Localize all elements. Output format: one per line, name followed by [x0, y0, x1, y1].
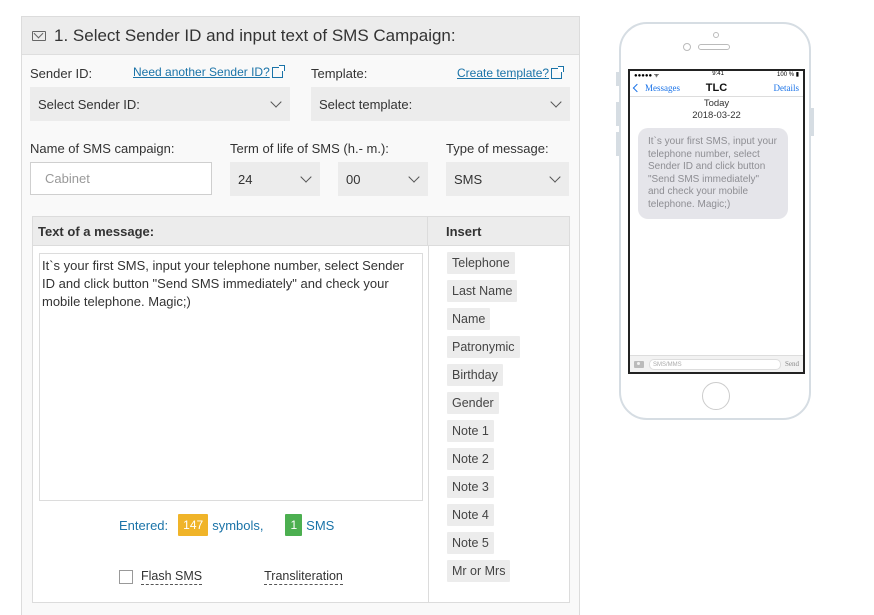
sender-id-select[interactable]: Select Sender ID: — [30, 87, 290, 121]
message-bubble: It`s your first SMS, input your telephon… — [638, 128, 788, 219]
envelope-icon — [32, 30, 46, 41]
insert-tag[interactable]: Mr or Mrs — [447, 560, 511, 582]
details-link: Details — [773, 83, 800, 93]
battery-indicator: 100 % ▮ — [777, 72, 799, 78]
sms-count-badge: 1 — [285, 514, 303, 536]
phone-screen: ●●●●● ᯤ 9:41 100 % ▮ Messages TLC Detail… — [628, 69, 805, 374]
flash-sms-checkbox[interactable] — [119, 570, 133, 584]
need-sender-id-link[interactable]: Need another Sender ID? — [133, 64, 285, 79]
sms-label: SMS — [306, 517, 335, 533]
compose-field: SMS/MMS — [649, 358, 781, 370]
insert-tag[interactable]: Telephone — [447, 252, 515, 274]
term-hours-select[interactable]: 24 — [230, 162, 320, 196]
status-time: 9:41 — [712, 71, 724, 77]
character-counter: Entered: 147 symbols, 1 SMS — [119, 514, 334, 536]
insert-tag[interactable]: Note 1 — [447, 420, 494, 442]
campaign-name-label: Name of SMS campaign: — [30, 141, 175, 156]
message-header: Text of a message: — [33, 217, 428, 246]
messages-navbar: Messages TLC Details — [630, 80, 803, 97]
column-divider — [428, 246, 429, 602]
term-hours-value: 24 — [238, 171, 253, 187]
message-type-select[interactable]: SMS — [446, 162, 569, 196]
status-bar: ●●●●● ᯤ 9:41 100 % ▮ — [630, 71, 803, 80]
message-date: 2018-03-22 — [692, 110, 741, 121]
entered-label: Entered: — [119, 517, 169, 533]
campaign-name-placeholder: Cabinet — [45, 171, 90, 186]
insert-tag[interactable]: Gender — [447, 392, 499, 414]
flash-sms-label[interactable]: Flash SMS — [141, 569, 203, 585]
compose-bar: SMS/MMS Send — [630, 355, 803, 372]
term-minutes-value: 00 — [346, 171, 361, 187]
phone-preview: ●●●●● ᯤ 9:41 100 % ▮ Messages TLC Detail… — [616, 22, 814, 420]
term-minutes-select[interactable]: 00 — [338, 162, 428, 196]
volume-down-button — [616, 132, 619, 156]
mute-switch — [616, 72, 619, 86]
power-button — [811, 108, 814, 136]
insert-tag[interactable]: Last Name — [447, 280, 518, 302]
signal-indicator: ●●●●● ᯤ — [634, 73, 660, 79]
create-template-link[interactable]: Create template? — [457, 65, 565, 80]
insert-tag[interactable]: Patronymic — [447, 336, 520, 358]
chevron-down-icon — [408, 171, 420, 183]
front-camera-icon — [683, 43, 691, 51]
template-select-value: Select template: — [319, 96, 413, 112]
create-template-link-text: Create template? — [457, 66, 550, 80]
speaker-grille — [698, 44, 730, 50]
insert-tag[interactable]: Name — [447, 308, 491, 330]
home-button — [702, 382, 730, 410]
insert-tag[interactable]: Note 3 — [447, 476, 494, 498]
chevron-down-icon — [550, 96, 562, 108]
sender-id-label: Sender ID: — [30, 66, 93, 81]
chevron-down-icon — [270, 96, 282, 108]
campaign-name-input[interactable]: Cabinet — [30, 162, 212, 195]
message-editor: Text of a message: Insert It`s your firs… — [32, 216, 570, 603]
insert-tag[interactable]: Note 5 — [447, 532, 494, 554]
insert-header: Insert — [428, 217, 569, 246]
symbols-label: symbols, — [212, 517, 264, 533]
message-options: Flash SMS Transliteration — [119, 569, 343, 585]
sensor-dot — [713, 32, 719, 38]
volume-up-button — [616, 102, 619, 126]
need-sender-id-link-text: Need another Sender ID? — [133, 65, 270, 79]
section-title: 1. Select Sender ID and input text of SM… — [54, 25, 456, 45]
insert-tag[interactable]: Note 2 — [447, 448, 494, 470]
external-link-icon — [551, 65, 565, 79]
template-select[interactable]: Select template: — [311, 87, 570, 121]
sender-id-select-value: Select Sender ID: — [38, 96, 140, 112]
message-type-value: SMS — [454, 171, 483, 187]
external-link-icon — [271, 64, 285, 78]
panel-header: 1. Select Sender ID and input text of SM… — [22, 17, 579, 55]
transliteration-toggle[interactable]: Transliteration — [264, 569, 343, 585]
send-label: Send — [785, 360, 799, 368]
term-of-life-label: Term of life of SMS (h.- m.): — [230, 141, 389, 156]
symbols-count-badge: 147 — [178, 514, 209, 536]
template-label: Template: — [311, 66, 368, 81]
message-type-label: Type of message: — [446, 141, 549, 156]
message-textarea[interactable]: It`s your first SMS, input your telephon… — [39, 253, 423, 501]
chevron-down-icon — [549, 171, 561, 183]
insert-tag[interactable]: Note 4 — [447, 504, 494, 526]
insert-tag[interactable]: Birthday — [447, 364, 503, 386]
camera-icon — [634, 360, 644, 368]
message-day: Today — [703, 98, 730, 109]
chevron-down-icon — [300, 171, 312, 183]
